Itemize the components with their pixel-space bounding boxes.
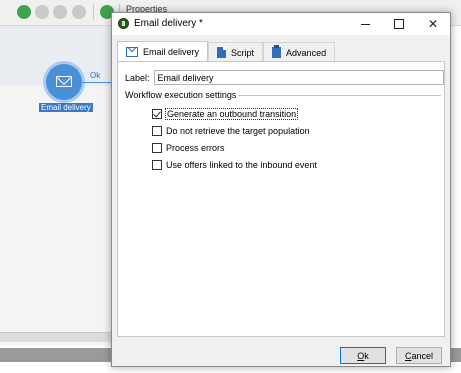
minimize-icon[interactable] [348, 13, 382, 35]
option-generate-outbound-transition[interactable]: Generate an outbound transition [152, 108, 299, 120]
dialog-titlebar[interactable]: Email delivery * ✕ [112, 13, 450, 35]
option-label: Generate an outbound transition [164, 108, 299, 120]
label-field[interactable] [153, 70, 444, 85]
cancel-button[interactable]: Cancel [396, 347, 442, 364]
email-icon [126, 47, 138, 57]
start-icon[interactable] [17, 5, 31, 19]
email-delivery-dialog: Email delivery * ✕ Email delivery Script… [111, 12, 451, 367]
option-label: Do not retrieve the target population [166, 126, 310, 136]
transition-label: Ok [90, 71, 101, 80]
cancel-label: ancel [411, 350, 433, 361]
option-do-not-retrieve-target[interactable]: Do not retrieve the target population [152, 126, 310, 136]
group-divider [238, 95, 441, 96]
option-label: Use offers linked to the inbound event [166, 160, 317, 170]
clipboard-icon [272, 45, 282, 58]
email-delivery-node[interactable] [46, 64, 82, 100]
ok-label: k [364, 350, 369, 361]
tab-label: Advanced [286, 47, 327, 58]
app-icon [118, 18, 129, 29]
toolbar-separator [93, 4, 94, 20]
script-icon [217, 47, 227, 58]
step-icon[interactable] [72, 5, 86, 19]
close-icon[interactable]: ✕ [416, 13, 450, 35]
group-title: Workflow execution settings [125, 90, 239, 100]
tab-label: Email delivery [143, 47, 200, 57]
label-caption: Label: [125, 72, 150, 83]
tab-script[interactable]: Script [208, 42, 264, 62]
checkbox[interactable] [152, 160, 162, 170]
maximize-icon[interactable] [382, 13, 416, 35]
transition-line [82, 82, 112, 83]
envelope-icon [56, 76, 72, 87]
pause-icon[interactable] [35, 5, 49, 19]
tab-panel: Label: Workflow execution settings Gener… [117, 61, 445, 337]
ok-mnemonic: O [357, 350, 365, 361]
option-label: Process errors [166, 143, 225, 153]
tab-advanced[interactable]: Advanced [263, 42, 336, 62]
stop-icon[interactable] [53, 5, 67, 19]
horizontal-scrollbar[interactable] [0, 332, 120, 342]
ok-button[interactable]: Ok [340, 347, 386, 364]
tab-email-delivery[interactable]: Email delivery [117, 41, 209, 62]
dialog-title: Email delivery * [134, 18, 203, 29]
option-process-errors[interactable]: Process errors [152, 143, 225, 153]
tab-bar: Email delivery Script Advanced [117, 41, 336, 62]
label-row: Label: [125, 70, 444, 85]
tab-label: Script [231, 47, 255, 58]
checkbox[interactable] [152, 109, 162, 119]
checkbox[interactable] [152, 126, 162, 136]
checkbox[interactable] [152, 143, 162, 153]
option-use-offers-inbound[interactable]: Use offers linked to the inbound event [152, 160, 317, 170]
node-label: Email delivery [39, 103, 93, 112]
